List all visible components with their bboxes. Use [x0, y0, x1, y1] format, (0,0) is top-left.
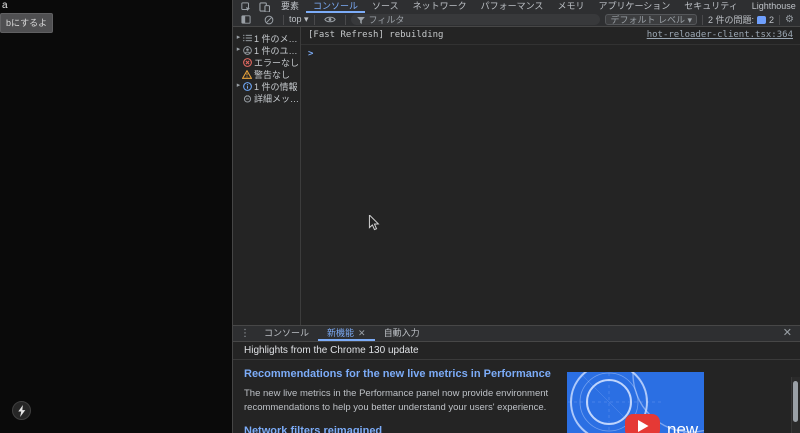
- tab-console[interactable]: コンソール: [306, 0, 365, 13]
- drawer-tabbar: ⋮ コンソール 新機能 ✕ 自動入力 ✕: [233, 326, 800, 342]
- inspect-element-icon[interactable]: [237, 0, 255, 13]
- tab-elements[interactable]: 要素: [274, 0, 306, 13]
- disclosure-arrow-icon[interactable]: ▸: [235, 32, 242, 44]
- list-icon: [242, 34, 252, 42]
- devtools-tabbar: 要素 コンソール ソース ネットワーク パフォーマンス メモリ アプリケーション…: [233, 0, 800, 13]
- nextjs-dev-indicator[interactable]: [12, 401, 31, 420]
- promo-video-thumbnail[interactable]: new: [567, 372, 704, 433]
- console-message-row: [Fast Refresh] rebuilding hot-reloader-c…: [301, 27, 800, 45]
- drawer-scrollbar-thumb[interactable]: [793, 381, 798, 422]
- divider: [779, 14, 781, 25]
- sidebar-item-no-warnings[interactable]: ▸ 警告なし: [233, 68, 300, 80]
- page-button[interactable]: bにするよ: [0, 13, 54, 33]
- issues-count: 2: [769, 14, 775, 25]
- divider: [702, 14, 703, 25]
- drawer-tab-console[interactable]: コンソール: [255, 326, 318, 341]
- error-icon: [242, 57, 252, 67]
- tab-lighthouse[interactable]: Lighthouse: [745, 0, 800, 13]
- console-prompt-row[interactable]: >: [301, 45, 800, 63]
- drawer-tab-whats-new[interactable]: 新機能 ✕: [318, 326, 375, 341]
- whats-new-header: Highlights from the Chrome 130 update: [233, 342, 800, 360]
- user-icon: [242, 45, 252, 55]
- sidebar-item-verbose[interactable]: ▸ 詳細メッ…: [233, 92, 300, 104]
- live-expression-eye-icon[interactable]: [320, 15, 340, 24]
- sidebar-item-messages[interactable]: ▸ 1 件のメッ…: [233, 32, 300, 44]
- whats-new-link-performance[interactable]: Recommendations for the new live metrics…: [244, 368, 566, 380]
- sidebar-item-user-messages[interactable]: ▸ 1 件のユー…: [233, 44, 300, 56]
- whats-new-content: Recommendations for the new live metrics…: [233, 360, 800, 433]
- clear-console-icon[interactable]: [260, 15, 278, 25]
- whats-new-link-network[interactable]: Network filters reimagined: [244, 425, 566, 433]
- verbose-icon: [242, 94, 252, 103]
- sidebar-item-info[interactable]: ▸ 1 件の情報: [233, 80, 300, 92]
- info-icon: [242, 81, 252, 91]
- drawer: ⋮ コンソール 新機能 ✕ 自動入力 ✕ Highlights from the…: [233, 325, 800, 433]
- filter-funnel-icon: [356, 16, 365, 24]
- disclosure-arrow-icon[interactable]: ▸: [235, 80, 242, 92]
- console-toolbar: top ▾ デフォルト レベル ▾ 2 件の問題: 2 ⚙: [233, 13, 800, 27]
- youtube-play-icon: [625, 414, 660, 433]
- tab-network[interactable]: ネットワーク: [406, 0, 474, 13]
- prompt-chevron-icon: >: [308, 49, 314, 59]
- tab-sources[interactable]: ソース: [365, 0, 406, 13]
- sidebar-item-no-errors[interactable]: ▸ エラーなし: [233, 56, 300, 68]
- close-drawer-icon[interactable]: ✕: [780, 326, 795, 341]
- console-message-text: [Fast Refresh] rebuilding: [308, 30, 444, 40]
- issues-bubble-icon: [757, 15, 767, 24]
- drawer-menu-icon[interactable]: ⋮: [235, 326, 255, 341]
- tab-security[interactable]: セキュリティ: [677, 0, 744, 13]
- device-toolbar-icon[interactable]: [255, 0, 274, 13]
- divider: [313, 14, 315, 25]
- log-level-selector[interactable]: デフォルト レベル ▾: [605, 14, 697, 25]
- promo-caption-text: new: [667, 420, 699, 433]
- source-link[interactable]: hot-reloader-client.tsx:364: [647, 30, 793, 40]
- issues-summary[interactable]: 2 件の問題: 2: [708, 13, 774, 26]
- filter-field-wrap: [350, 14, 601, 25]
- whats-new-body-text: The new live metrics in the Performance …: [244, 388, 549, 414]
- tab-application[interactable]: アプリケーション: [591, 0, 677, 13]
- tab-performance[interactable]: パフォーマンス: [474, 0, 551, 13]
- drawer-tab-autofill[interactable]: 自動入力: [375, 326, 429, 341]
- console-filter-input[interactable]: [350, 14, 601, 25]
- console-body: ▸ 1 件のメッ… ▸ 1 件のユー… ▸ エラーなし: [233, 27, 800, 325]
- divider: [344, 14, 346, 25]
- page-text: a: [2, 0, 8, 11]
- issues-label: 2 件の問題:: [708, 15, 755, 25]
- lightning-bolt-icon: [17, 404, 26, 417]
- console-sidebar: ▸ 1 件のメッ… ▸ 1 件のユー… ▸ エラーなし: [233, 27, 301, 325]
- console-settings-gear-icon[interactable]: ⚙: [785, 14, 794, 25]
- console-sidebar-toggle-icon[interactable]: [237, 15, 255, 24]
- disclosure-arrow-icon[interactable]: ▸: [235, 44, 242, 56]
- close-tab-icon[interactable]: ✕: [358, 326, 366, 341]
- console-messages: [Fast Refresh] rebuilding hot-reloader-c…: [301, 27, 800, 325]
- context-selector[interactable]: top ▾: [289, 14, 309, 25]
- tab-memory[interactable]: メモリ: [550, 0, 591, 13]
- warning-icon: [242, 69, 252, 79]
- divider: [283, 14, 284, 25]
- devtools-panel: 要素 コンソール ソース ネットワーク パフォーマンス メモリ アプリケーション…: [232, 0, 800, 433]
